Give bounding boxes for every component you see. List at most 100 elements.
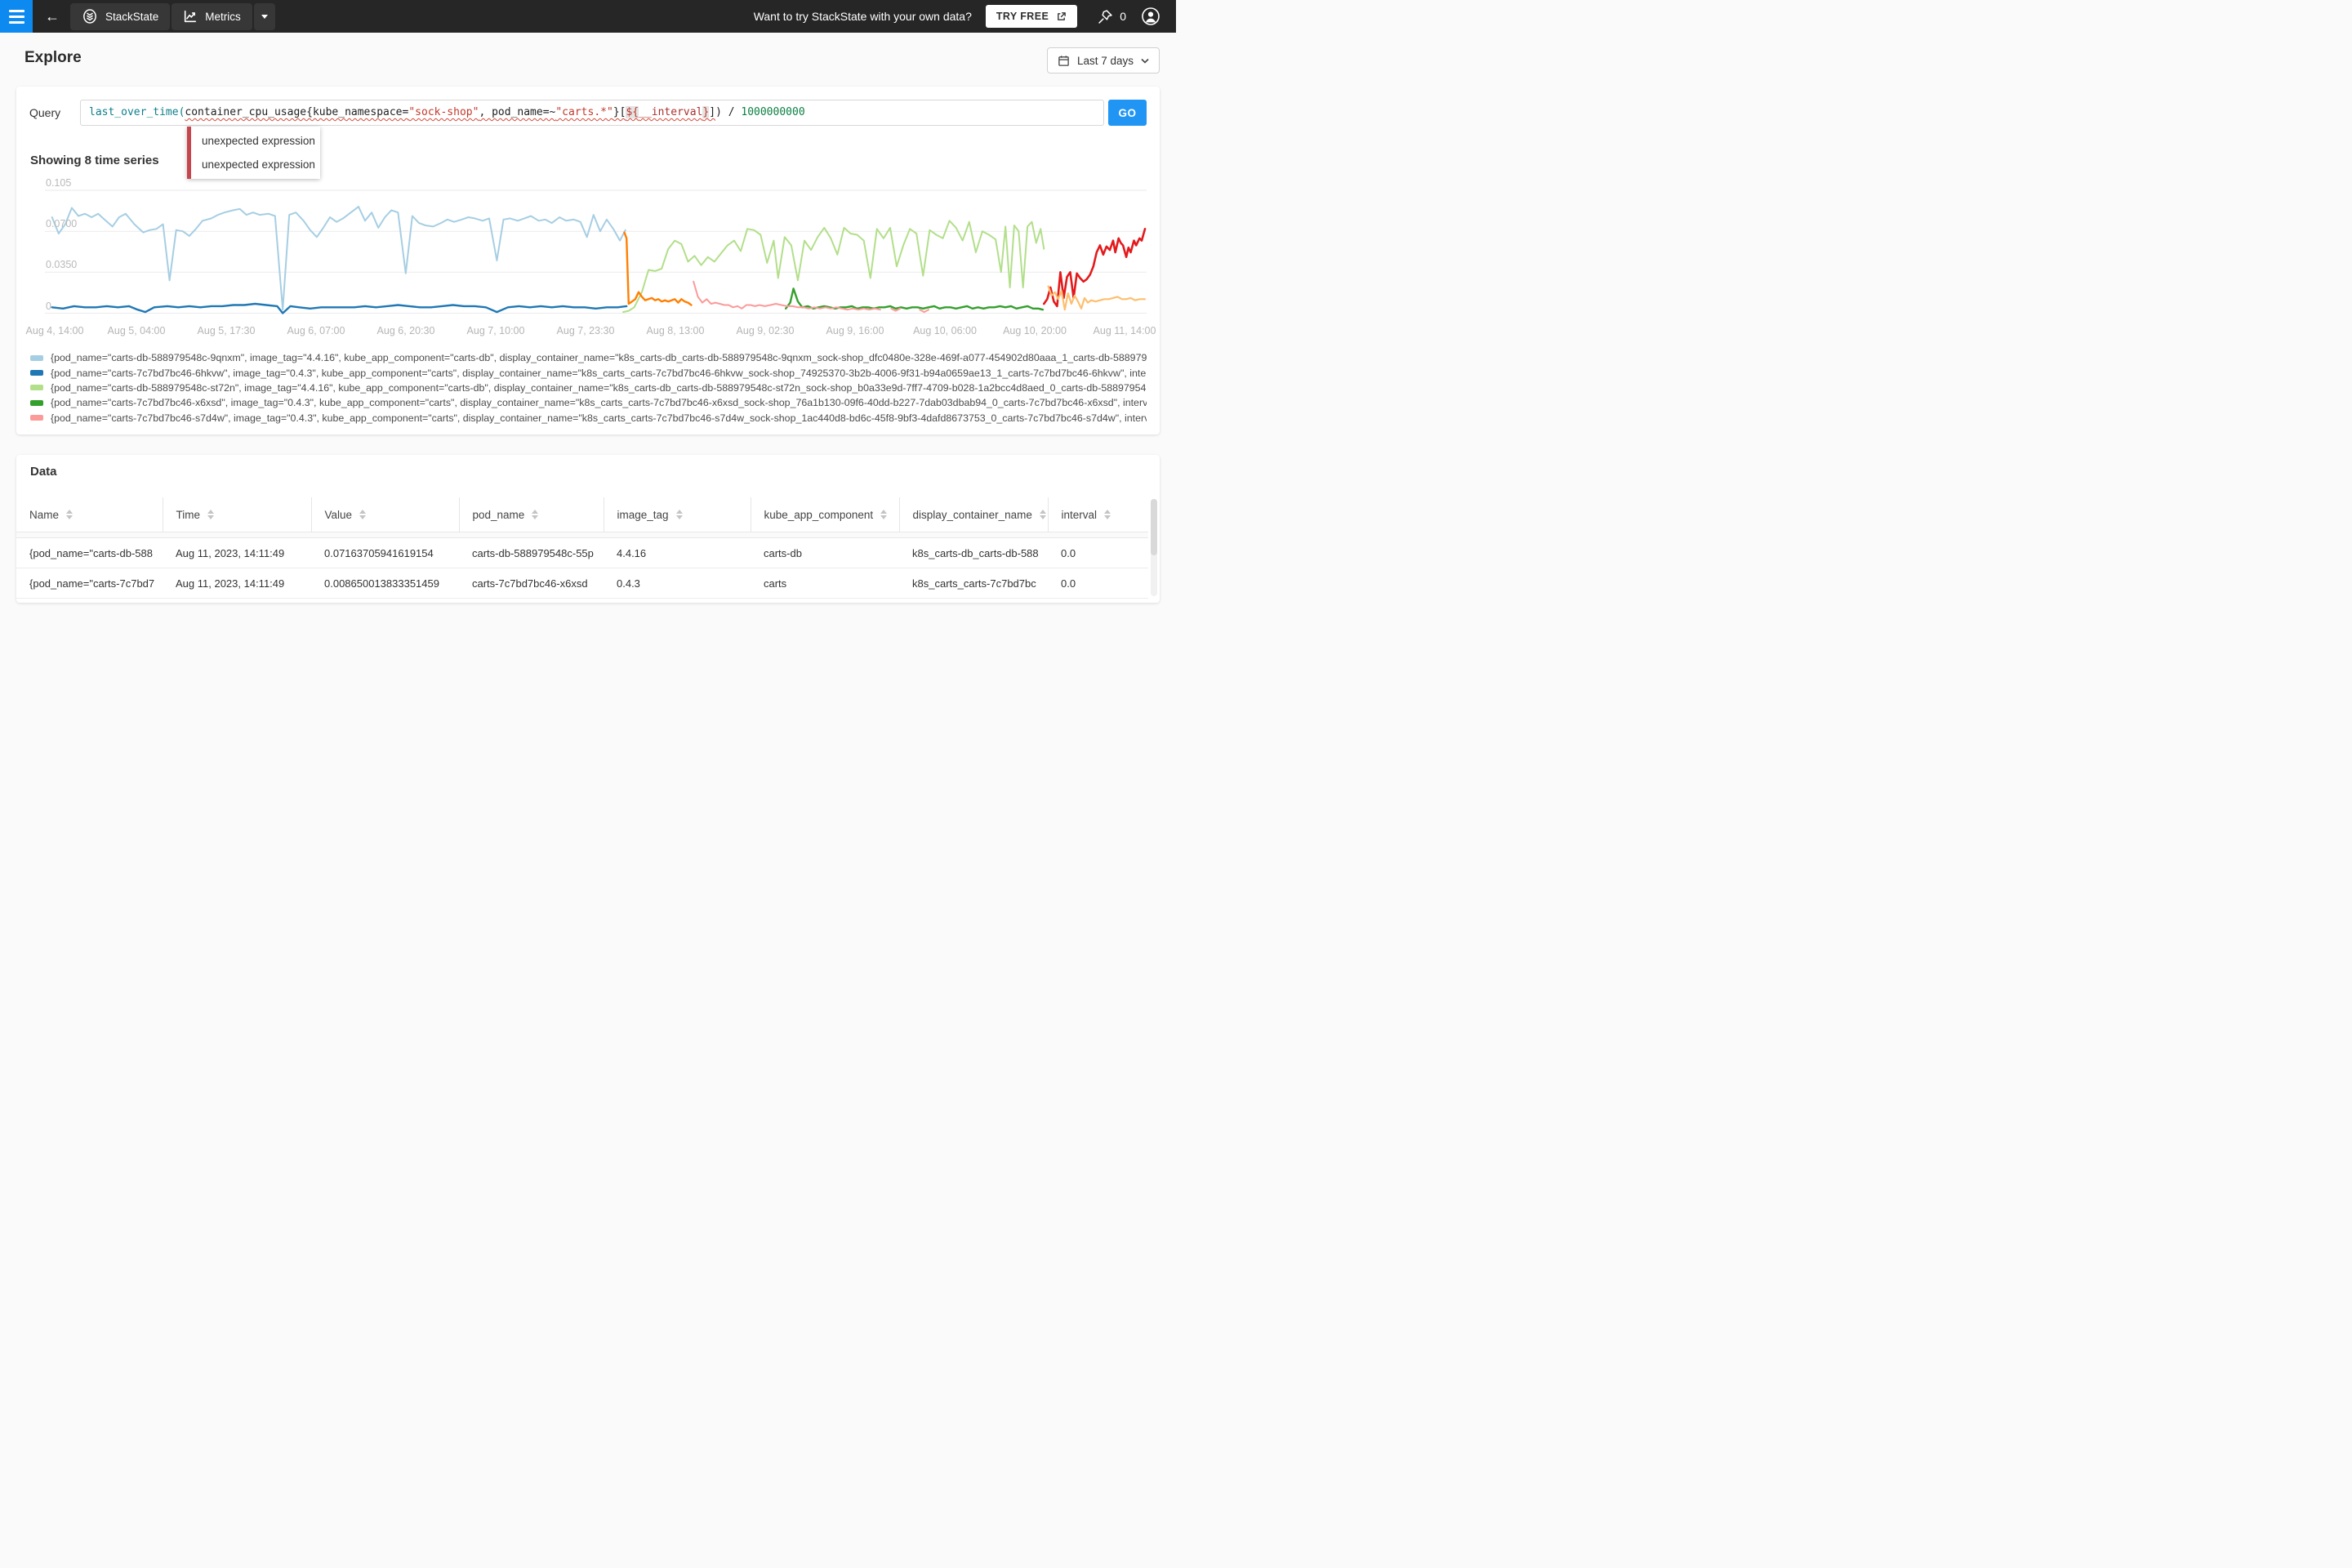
time-series-chart[interactable]: 0.105 0.0700 0.0350 0 Aug 4, 14:00 Aug 5, 04:… bbox=[16, 87, 1160, 348]
column-header-label: Value bbox=[325, 509, 353, 521]
column-header-label: display_container_name bbox=[913, 509, 1032, 521]
x-axis-label: Aug 6, 07:00 bbox=[279, 325, 353, 336]
tab-dropdown-caret[interactable] bbox=[254, 3, 275, 30]
cell-kube-app-component: carts bbox=[751, 568, 899, 599]
x-axis-label: Aug 10, 20:00 bbox=[998, 325, 1071, 336]
column-header-pod-name[interactable]: pod_name bbox=[459, 497, 604, 532]
column-header-value[interactable]: Value bbox=[311, 497, 459, 532]
chart-plot-area[interactable] bbox=[45, 185, 1147, 321]
sort-icon[interactable] bbox=[1040, 510, 1046, 519]
x-axis-label: Aug 8, 13:00 bbox=[639, 325, 712, 336]
legend-label: {pod_name="carts-7c7bd7bc46-s7d4w", imag… bbox=[51, 412, 1147, 424]
cell-image-tag: 0.4.3 bbox=[604, 568, 751, 599]
scrollbar-thumb[interactable] bbox=[1151, 499, 1157, 555]
y-axis-label: 0 bbox=[46, 301, 51, 312]
avatar[interactable] bbox=[1141, 7, 1160, 26]
back-button[interactable]: ← bbox=[43, 8, 61, 25]
series-line-carts-db-588979548c-9qnxm bbox=[52, 207, 626, 310]
data-table: Name Time Value pod_name image_tag kube_app_c… bbox=[16, 497, 1148, 599]
table-row[interactable]: {pod_name="carts-7c7bd7Aug 11, 2023, 14:… bbox=[16, 568, 1148, 599]
column-header-label: pod_name bbox=[473, 509, 525, 521]
column-header-label: interval bbox=[1062, 509, 1098, 521]
sort-icon[interactable] bbox=[66, 510, 73, 519]
series-line-carts-7c7bd7bc46-x6xsd bbox=[786, 288, 1043, 310]
column-header-time[interactable]: Time bbox=[163, 497, 311, 532]
legend-swatch bbox=[30, 400, 43, 406]
sort-icon[interactable] bbox=[880, 510, 887, 519]
table-scrollbar[interactable] bbox=[1151, 499, 1157, 596]
column-header-kube-app-component[interactable]: kube_app_component bbox=[751, 497, 899, 532]
error-message: unexpected expression bbox=[191, 153, 320, 176]
menu-button[interactable] bbox=[0, 0, 33, 33]
tab-stackstate[interactable]: StackState bbox=[70, 3, 170, 30]
pin-icon bbox=[1097, 8, 1114, 25]
chevron-down-icon bbox=[261, 15, 268, 19]
cell-interval: 0.0 bbox=[1048, 568, 1148, 599]
tab-stackstate-label: StackState bbox=[105, 11, 158, 23]
try-free-label: TRY FREE bbox=[996, 11, 1049, 22]
x-axis-label: Aug 7, 10:00 bbox=[459, 325, 532, 336]
legend-item[interactable]: {pod_name="carts-7c7bd7bc46-x6xsd", imag… bbox=[30, 395, 1147, 410]
legend-swatch bbox=[30, 385, 43, 390]
legend-label: {pod_name="carts-db-588979548c-9qnxm", i… bbox=[51, 352, 1147, 363]
legend-item[interactable]: {pod_name="carts-db-588979548c-9qnxm", i… bbox=[30, 350, 1147, 365]
query-panel: Query last_over_time(container_cpu_usage… bbox=[16, 87, 1160, 434]
x-axis-label: Aug 5, 04:00 bbox=[100, 325, 173, 336]
pin-button[interactable]: 0 bbox=[1097, 8, 1126, 25]
legend-label: {pod_name="carts-7c7bd7bc46-6hkvw", imag… bbox=[51, 368, 1147, 379]
header-spacer-row bbox=[16, 532, 1148, 538]
cell-time: Aug 11, 2023, 14:11:49 bbox=[163, 538, 311, 568]
time-range-selector[interactable]: Last 7 days bbox=[1047, 47, 1160, 74]
x-axis-label: Aug 4, 14:00 bbox=[18, 325, 91, 336]
legend-label: {pod_name="carts-7c7bd7bc46-x6xsd", imag… bbox=[51, 397, 1147, 408]
table-row[interactable]: {pod_name="carts-db-588Aug 11, 2023, 14:… bbox=[16, 538, 1148, 568]
column-header-image-tag[interactable]: image_tag bbox=[604, 497, 751, 532]
stackstate-logo-icon bbox=[82, 8, 98, 24]
y-axis-label: 0.0700 bbox=[46, 218, 77, 229]
series-line-carts-7c7bd7bc46-s7d4w bbox=[920, 310, 929, 312]
cell-time: Aug 11, 2023, 14:11:49 bbox=[163, 568, 311, 599]
sort-icon[interactable] bbox=[676, 510, 683, 519]
y-axis-label: 0.105 bbox=[46, 177, 71, 189]
data-title: Data bbox=[30, 465, 57, 479]
try-free-button[interactable]: TRY FREE bbox=[986, 5, 1077, 28]
column-header-display-container-name[interactable]: display_container_name bbox=[899, 497, 1048, 532]
cell-pod-name: carts-db-588979548c-55p bbox=[459, 538, 604, 568]
pin-count: 0 bbox=[1120, 10, 1126, 23]
cell-value: 0.07163705941619154 bbox=[311, 538, 459, 568]
legend-item[interactable]: {pod_name="carts-db-588979548c-st72n", i… bbox=[30, 381, 1147, 395]
sort-icon[interactable] bbox=[207, 510, 214, 519]
cell-display-container-name: k8s_carts_carts-7c7bd7bc bbox=[899, 568, 1048, 599]
x-axis-label: Aug 5, 17:30 bbox=[189, 325, 263, 336]
error-message: unexpected expression bbox=[191, 129, 320, 153]
column-header-label: image_tag bbox=[617, 509, 669, 521]
chevron-down-icon bbox=[1141, 58, 1149, 64]
sort-icon[interactable] bbox=[532, 510, 538, 519]
column-header-label: kube_app_component bbox=[764, 509, 874, 521]
column-header-name[interactable]: Name bbox=[16, 497, 163, 532]
column-header-label: Name bbox=[29, 509, 59, 521]
calendar-icon bbox=[1058, 55, 1070, 67]
sort-icon[interactable] bbox=[1104, 510, 1111, 519]
top-navigation-bar: ← StackState Metrics Want to try StackSt… bbox=[0, 0, 1176, 33]
table-header-row: Name Time Value pod_name image_tag kube_app_c… bbox=[16, 497, 1148, 532]
cell-kube-app-component: carts-db bbox=[751, 538, 899, 568]
cell-name: {pod_name="carts-db-588 bbox=[16, 538, 163, 568]
external-link-icon bbox=[1056, 11, 1067, 22]
data-panel: Data Name Time Value pod_name image_tag kube_… bbox=[16, 455, 1160, 603]
time-range-label: Last 7 days bbox=[1077, 55, 1134, 67]
sort-icon[interactable] bbox=[359, 510, 366, 519]
column-header-interval[interactable]: interval bbox=[1048, 497, 1148, 532]
cell-display-container-name: k8s_carts-db_carts-db-588 bbox=[899, 538, 1048, 568]
tab-metrics[interactable]: Metrics bbox=[172, 3, 252, 30]
tab-metrics-label: Metrics bbox=[205, 11, 241, 23]
x-axis-label: Aug 10, 06:00 bbox=[908, 325, 982, 336]
legend-item[interactable]: {pod_name="carts-7c7bd7bc46-s7d4w", imag… bbox=[30, 411, 1147, 425]
page-title: Explore bbox=[24, 49, 82, 67]
series-line-carts-db-588979548c-st72n bbox=[623, 220, 1044, 312]
legend-item[interactable]: {pod_name="carts-7c7bd7bc46-6hkvw", imag… bbox=[30, 365, 1147, 380]
legend-label: {pod_name="carts-db-588979548c-st72n", i… bbox=[51, 382, 1147, 394]
y-axis-label: 0.0350 bbox=[46, 259, 77, 270]
legend-swatch bbox=[30, 355, 43, 361]
x-axis-label: Aug 6, 20:30 bbox=[369, 325, 443, 336]
